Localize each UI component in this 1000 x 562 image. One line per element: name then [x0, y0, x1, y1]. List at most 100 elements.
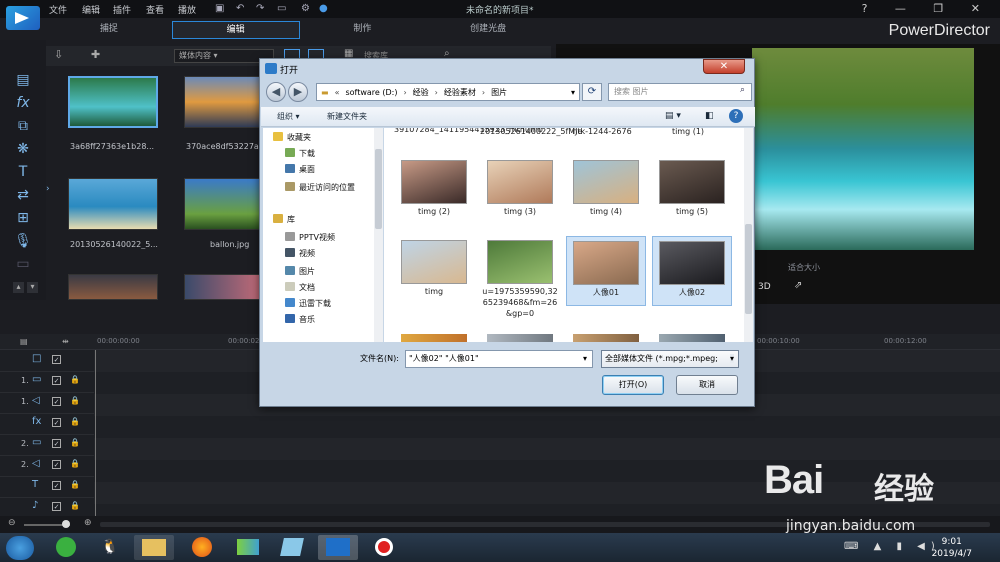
taskbar-qq-icon[interactable]: 🐧	[90, 535, 130, 560]
nav-item[interactable]: 迅雷下载	[285, 298, 331, 309]
breadcrumb-item[interactable]: 图片	[491, 87, 507, 98]
track-enable-checkbox[interactable]: ✓	[52, 355, 61, 364]
address-dropdown-icon[interactable]: ▾	[571, 88, 575, 97]
open-button[interactable]: 打开(O)	[602, 375, 664, 395]
track-lock-icon[interactable]: 🔒	[70, 438, 80, 447]
save-icon[interactable]: ▣	[215, 3, 224, 14]
media-room-icon[interactable]: ▤	[14, 72, 32, 90]
taskbar-media-icon[interactable]	[228, 535, 268, 560]
help-icon[interactable]: ?	[729, 109, 743, 123]
nav-item[interactable]: 文档	[285, 282, 315, 293]
file-item[interactable]: timg (3)	[480, 156, 560, 217]
track-lock-icon[interactable]: 🔒	[70, 375, 80, 384]
zoom-slider-handle[interactable]	[62, 520, 70, 528]
menu-file[interactable]: 文件	[49, 3, 67, 16]
file-thumbnail-partial[interactable]	[659, 334, 725, 342]
file-item[interactable]: 人像01	[566, 236, 646, 306]
dialog-close-button[interactable]: ✕	[703, 59, 745, 74]
plugin-puzzle-icon[interactable]: ✚	[91, 48, 100, 61]
import-media-icon[interactable]: ⇩	[54, 48, 63, 61]
back-button[interactable]: ◀	[266, 82, 286, 102]
change-view-icon[interactable]: ▤ ▾	[665, 111, 681, 121]
menu-edit[interactable]: 编辑	[82, 3, 100, 16]
aspect-ratio-icon[interactable]: ▭	[277, 3, 286, 14]
transition-room-icon[interactable]: ⇄	[14, 187, 32, 205]
track-enable-checkbox[interactable]: ✓	[52, 460, 61, 469]
taskbar-firefox-icon[interactable]	[182, 535, 222, 560]
preview-pane-icon[interactable]: ◧	[705, 111, 714, 121]
fit-timeline-icon[interactable]: ⇹	[62, 337, 69, 346]
folder-search-input[interactable]: 搜索 图片	[608, 83, 752, 101]
nav-scroll-thumb[interactable]	[375, 149, 382, 229]
file-type-dropdown-icon[interactable]: ▾	[730, 354, 735, 363]
taskbar-record-icon[interactable]	[364, 535, 404, 560]
file-item[interactable]: 人像02	[652, 236, 732, 306]
track-lock-icon[interactable]: 🔒	[70, 459, 80, 468]
track-lock-icon[interactable]: 🔒	[70, 480, 80, 489]
settings-gear-icon[interactable]: ⚙	[301, 3, 310, 14]
tab-produce[interactable]: 制作	[300, 21, 426, 39]
track-lock-icon[interactable]: 🔒	[70, 417, 80, 426]
file-thumbnail-partial[interactable]	[487, 334, 553, 342]
nav-item[interactable]: 图片	[285, 266, 315, 277]
nav-item[interactable]: 桌面	[285, 164, 315, 175]
breadcrumb-item[interactable]: software (D:)	[345, 88, 397, 97]
file-item[interactable]: timg (4)	[566, 156, 646, 217]
taskbar-360-icon[interactable]	[46, 535, 86, 560]
window-controls[interactable]: ? — ❐ ✕	[862, 2, 992, 15]
subtitle-room-icon[interactable]: ▭	[14, 256, 32, 274]
effects-room-icon[interactable]: fx	[14, 95, 32, 113]
organize-button[interactable]: 组织 ▾	[277, 111, 300, 122]
search-icon[interactable]: ⌕	[740, 85, 745, 95]
nav-item[interactable]: PPTV视频	[285, 232, 335, 243]
track-enable-checkbox[interactable]: ✓	[52, 397, 61, 406]
pip-room-icon[interactable]: ⧉	[14, 118, 32, 136]
menu-plugin[interactable]: 插件	[113, 3, 131, 16]
audio-mixing-icon[interactable]: ⊞	[14, 210, 32, 228]
particle-room-icon[interactable]: ❋	[14, 141, 32, 159]
library-item[interactable]	[68, 178, 172, 278]
nav-item[interactable]: 下载	[285, 148, 315, 159]
breadcrumb-item[interactable]: 经验	[413, 87, 429, 98]
file-name-partial[interactable]: timg (1)	[652, 128, 724, 137]
forward-button[interactable]: ▶	[288, 82, 308, 102]
track-enable-checkbox[interactable]: ✓	[52, 439, 61, 448]
file-type-select[interactable]: 全部媒体文件 (*.mpg;*.mpeg;	[601, 350, 739, 368]
zoom-out-icon[interactable]: ⊖	[8, 518, 16, 528]
track-enable-checkbox[interactable]: ✓	[52, 481, 61, 490]
undo-icon[interactable]: ↶	[236, 3, 244, 14]
file-name-partial[interactable]: 39107284_1411954415923_mthumb	[394, 128, 543, 135]
track-enable-checkbox[interactable]: ✓	[52, 376, 61, 385]
nav-item[interactable]: 最近访问的位置	[285, 182, 355, 193]
playhead-line[interactable]	[95, 350, 96, 518]
menu-view[interactable]: 查看	[146, 3, 164, 16]
3d-mode-label[interactable]: 3D	[758, 282, 771, 292]
track-enable-checkbox[interactable]: ✓	[52, 502, 61, 511]
file-name-partial[interactable]: 201305261400222_5fMJe	[480, 128, 582, 137]
nav-item[interactable]: 视频	[285, 248, 315, 259]
nav-item[interactable]: 收藏夹	[273, 132, 311, 143]
new-folder-button[interactable]: 新建文件夹	[327, 111, 367, 122]
file-thumbnail-partial[interactable]	[573, 334, 639, 342]
cancel-button[interactable]: 取消	[676, 375, 738, 395]
nav-item[interactable]: 音乐	[285, 314, 315, 325]
file-item[interactable]: timg	[394, 236, 474, 297]
tab-edit[interactable]: 编辑	[171, 21, 300, 39]
refresh-button[interactable]: ⟳	[582, 83, 602, 101]
tab-create-disc[interactable]: 创建光盘	[425, 21, 551, 39]
library-item[interactable]	[68, 76, 172, 176]
tab-capture[interactable]: 捕捉	[46, 21, 172, 39]
file-item[interactable]: u=1975359590,3265239468&fm=26&gp=0	[480, 236, 560, 319]
scroll-down-icon[interactable]: ▾	[27, 282, 38, 293]
external-window-icon[interactable]: ⇗	[794, 280, 802, 291]
file-item[interactable]: timg (2)	[394, 156, 474, 217]
file-item[interactable]: timg (5)	[652, 156, 732, 217]
taskbar-notepad-icon[interactable]	[272, 535, 312, 560]
track-lock-icon[interactable]: 🔒	[70, 396, 80, 405]
start-button[interactable]	[6, 536, 34, 560]
file-name-partial[interactable]: ntk-1244-2676	[566, 128, 638, 137]
zoom-in-icon[interactable]: ⊕	[84, 518, 92, 528]
filename-dropdown-icon[interactable]: ▾	[583, 354, 587, 363]
taskbar-explorer-icon[interactable]	[134, 535, 174, 560]
fit-size-select[interactable]: 适合大小	[788, 262, 820, 273]
